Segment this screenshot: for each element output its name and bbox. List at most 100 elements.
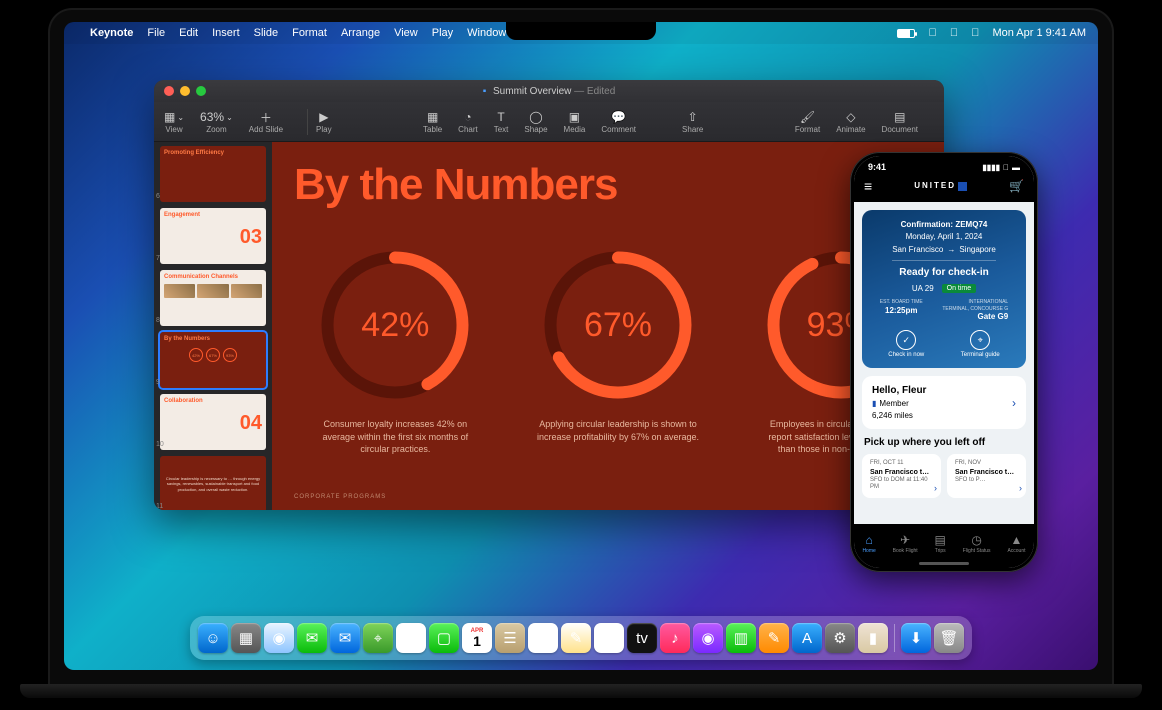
dock-safari[interactable]: ◉	[264, 623, 294, 653]
confirmation-number: Confirmation: ZEMQ74	[870, 220, 1018, 229]
tab-book-flight[interactable]: ✈Book Flight	[893, 533, 918, 554]
battery-icon[interactable]	[897, 29, 915, 38]
menu-file[interactable]: File	[147, 27, 165, 39]
menu-insert[interactable]: Insert	[212, 27, 240, 39]
dock-finder[interactable]: ☺	[198, 623, 228, 653]
menu-view[interactable]: View	[394, 27, 418, 39]
dock-reminders[interactable]: ☰	[528, 623, 558, 653]
menu-slide[interactable]: Slide	[254, 27, 278, 39]
donut-1: 67%Applying circular leadership is shown…	[537, 250, 700, 456]
shape-button[interactable]: ◯Shape	[524, 109, 547, 134]
flight-route[interactable]: San Francisco→Singapore	[892, 245, 996, 261]
slide-thumb-9[interactable]: 9By the Numbers42%67%93%	[160, 332, 266, 388]
dock-settings[interactable]: ⚙	[825, 623, 855, 653]
dock-maps[interactable]: ⌖	[363, 623, 393, 653]
iphone-time: 9:41	[868, 162, 886, 172]
fullscreen-button[interactable]	[196, 86, 206, 96]
zoom-button[interactable]: 63%⌄Zoom	[200, 109, 233, 134]
donut-caption: Consumer loyalty increases 42% on averag…	[314, 418, 477, 456]
dock-facetime[interactable]: ▢	[429, 623, 459, 653]
recent-trips-row: FRI, OCT 11San Francisco to DominicaSFO …	[862, 454, 1026, 498]
view-button[interactable]: ▦⌄View	[164, 109, 184, 134]
dock-launchpad[interactable]: ▦	[231, 623, 261, 653]
dock-photos[interactable]: ✿	[396, 623, 426, 653]
tab-flight-status[interactable]: ◷Flight Status	[963, 533, 991, 554]
media-button[interactable]: ▣Media	[564, 109, 586, 134]
menu-arrange[interactable]: Arrange	[341, 27, 380, 39]
trip-card-0[interactable]: FRI, OCT 11San Francisco to DominicaSFO …	[862, 454, 941, 498]
document-title: ▪ Summit Overview — Edited	[154, 86, 944, 97]
flight-card[interactable]: Confirmation: ZEMQ74 Monday, April 1, 20…	[862, 210, 1026, 368]
dock-pages[interactable]: ✎	[759, 623, 789, 653]
menubar-datetime[interactable]: Mon Apr 1 9:41 AM	[992, 27, 1086, 39]
control-center-icon[interactable]: 􀜊	[971, 27, 979, 39]
dock-freeform[interactable]: ✎	[594, 623, 624, 653]
menubar-app-name[interactable]: Keynote	[90, 27, 133, 39]
minimize-button[interactable]	[180, 86, 190, 96]
slide-thumb-11[interactable]: 11Circular leadership is necessary to … …	[160, 456, 266, 510]
hamburger-icon[interactable]: ≡	[864, 178, 872, 194]
slide-thumb-8[interactable]: 8Communication Channels	[160, 270, 266, 326]
menu-play[interactable]: Play	[432, 27, 453, 39]
trip-card-1[interactable]: FRI, NOVSan Francisco to P…SFO to P…›	[947, 454, 1026, 498]
chevron-right-icon: ›	[934, 483, 937, 495]
laptop-frame: Keynote File Edit Insert Slide Format Arrange…	[50, 10, 1112, 690]
tab-account[interactable]: ▲Account	[1007, 533, 1025, 554]
tab-trips[interactable]: ▤Trips	[935, 533, 946, 554]
dock-podcasts[interactable]: ◉	[693, 623, 723, 653]
play-button[interactable]: ▶Play	[316, 109, 332, 134]
display-notch	[506, 22, 656, 40]
comment-button[interactable]: 💬Comment	[601, 109, 636, 134]
app-main[interactable]: Confirmation: ZEMQ74 Monday, April 1, 20…	[854, 202, 1034, 524]
dock-iphone-mirror[interactable]: ▮	[858, 623, 888, 653]
window-titlebar[interactable]: ▪ Summit Overview — Edited	[154, 80, 944, 102]
check-icon: ✓	[896, 330, 916, 350]
search-icon[interactable]: 􀊫	[950, 27, 958, 39]
dock-appstore[interactable]: A	[792, 623, 822, 653]
cart-icon[interactable]: 🛒	[1009, 179, 1024, 193]
format-button[interactable]: 🖌Format	[795, 109, 820, 134]
iphone-mirror-window[interactable]: 9:41 ▮▮▮▮􀙇▬ ≡ UNITED 🛒 Confirmation: ZEM…	[850, 152, 1038, 572]
menu-format[interactable]: Format	[292, 27, 327, 39]
wifi-icon[interactable]: 􀙇	[929, 27, 937, 39]
slide-thumb-6[interactable]: 6Promoting Efficiency	[160, 146, 266, 202]
slide-thumb-7[interactable]: 7Engagement03	[160, 208, 266, 264]
text-button[interactable]: TText	[494, 109, 509, 134]
animate-button[interactable]: ◇Animate	[836, 109, 865, 134]
slide-thumb-10[interactable]: 10Collaboration04	[160, 394, 266, 450]
table-button[interactable]: ▦Table	[423, 109, 442, 134]
share-button[interactable]: ⇧Share	[682, 109, 703, 134]
tab-home[interactable]: ⌂Home	[862, 533, 875, 554]
chart-button[interactable]: ◔Chart	[458, 109, 478, 134]
close-button[interactable]	[164, 86, 174, 96]
terminal-guide-button[interactable]: ⌖Terminal guide	[961, 330, 1000, 358]
signal-icon: ▮▮▮▮	[982, 163, 1000, 172]
dock-calendar[interactable]: APR1	[462, 623, 492, 653]
united-logo: UNITED	[914, 181, 967, 190]
dock-messages[interactable]: ✉	[297, 623, 327, 653]
menu-window[interactable]: Window	[467, 27, 506, 39]
dock-separator	[894, 624, 895, 652]
dock-downloads[interactable]: ⬇	[901, 623, 931, 653]
desktop-screen: Keynote File Edit Insert Slide Format Arrange…	[64, 22, 1098, 670]
dock-trash[interactable]: 🗑	[934, 623, 964, 653]
donut-value: 42%	[320, 250, 470, 400]
dock-mail[interactable]: ✉	[330, 623, 360, 653]
status-badge: On time	[942, 284, 977, 293]
battery-icon: ▬	[1012, 163, 1020, 172]
menu-edit[interactable]: Edit	[179, 27, 198, 39]
user-card[interactable]: Hello, Fleur Member 6,246 miles ›	[862, 376, 1026, 428]
slide-canvas[interactable]: By the Numbers 42%Consumer loyalty incre…	[272, 142, 944, 510]
greeting: Hello, Fleur	[872, 384, 926, 398]
dock-numbers[interactable]: ▥	[726, 623, 756, 653]
add-slide-button[interactable]: ＋Add Slide	[249, 109, 283, 134]
document-button[interactable]: ▤Document	[882, 109, 918, 134]
donut-value: 67%	[543, 250, 693, 400]
dock-contacts[interactable]: ☰	[495, 623, 525, 653]
slide-navigator[interactable]: 6Promoting Efficiency 7Engagement03 8Commu…	[154, 142, 272, 510]
checkin-button[interactable]: ✓Check in now	[888, 330, 924, 358]
dock-music[interactable]: ♪	[660, 623, 690, 653]
dock-notes[interactable]: ✎	[561, 623, 591, 653]
dock-tv[interactable]: tv	[627, 623, 657, 653]
checkin-status: Ready for check-in	[870, 267, 1018, 278]
